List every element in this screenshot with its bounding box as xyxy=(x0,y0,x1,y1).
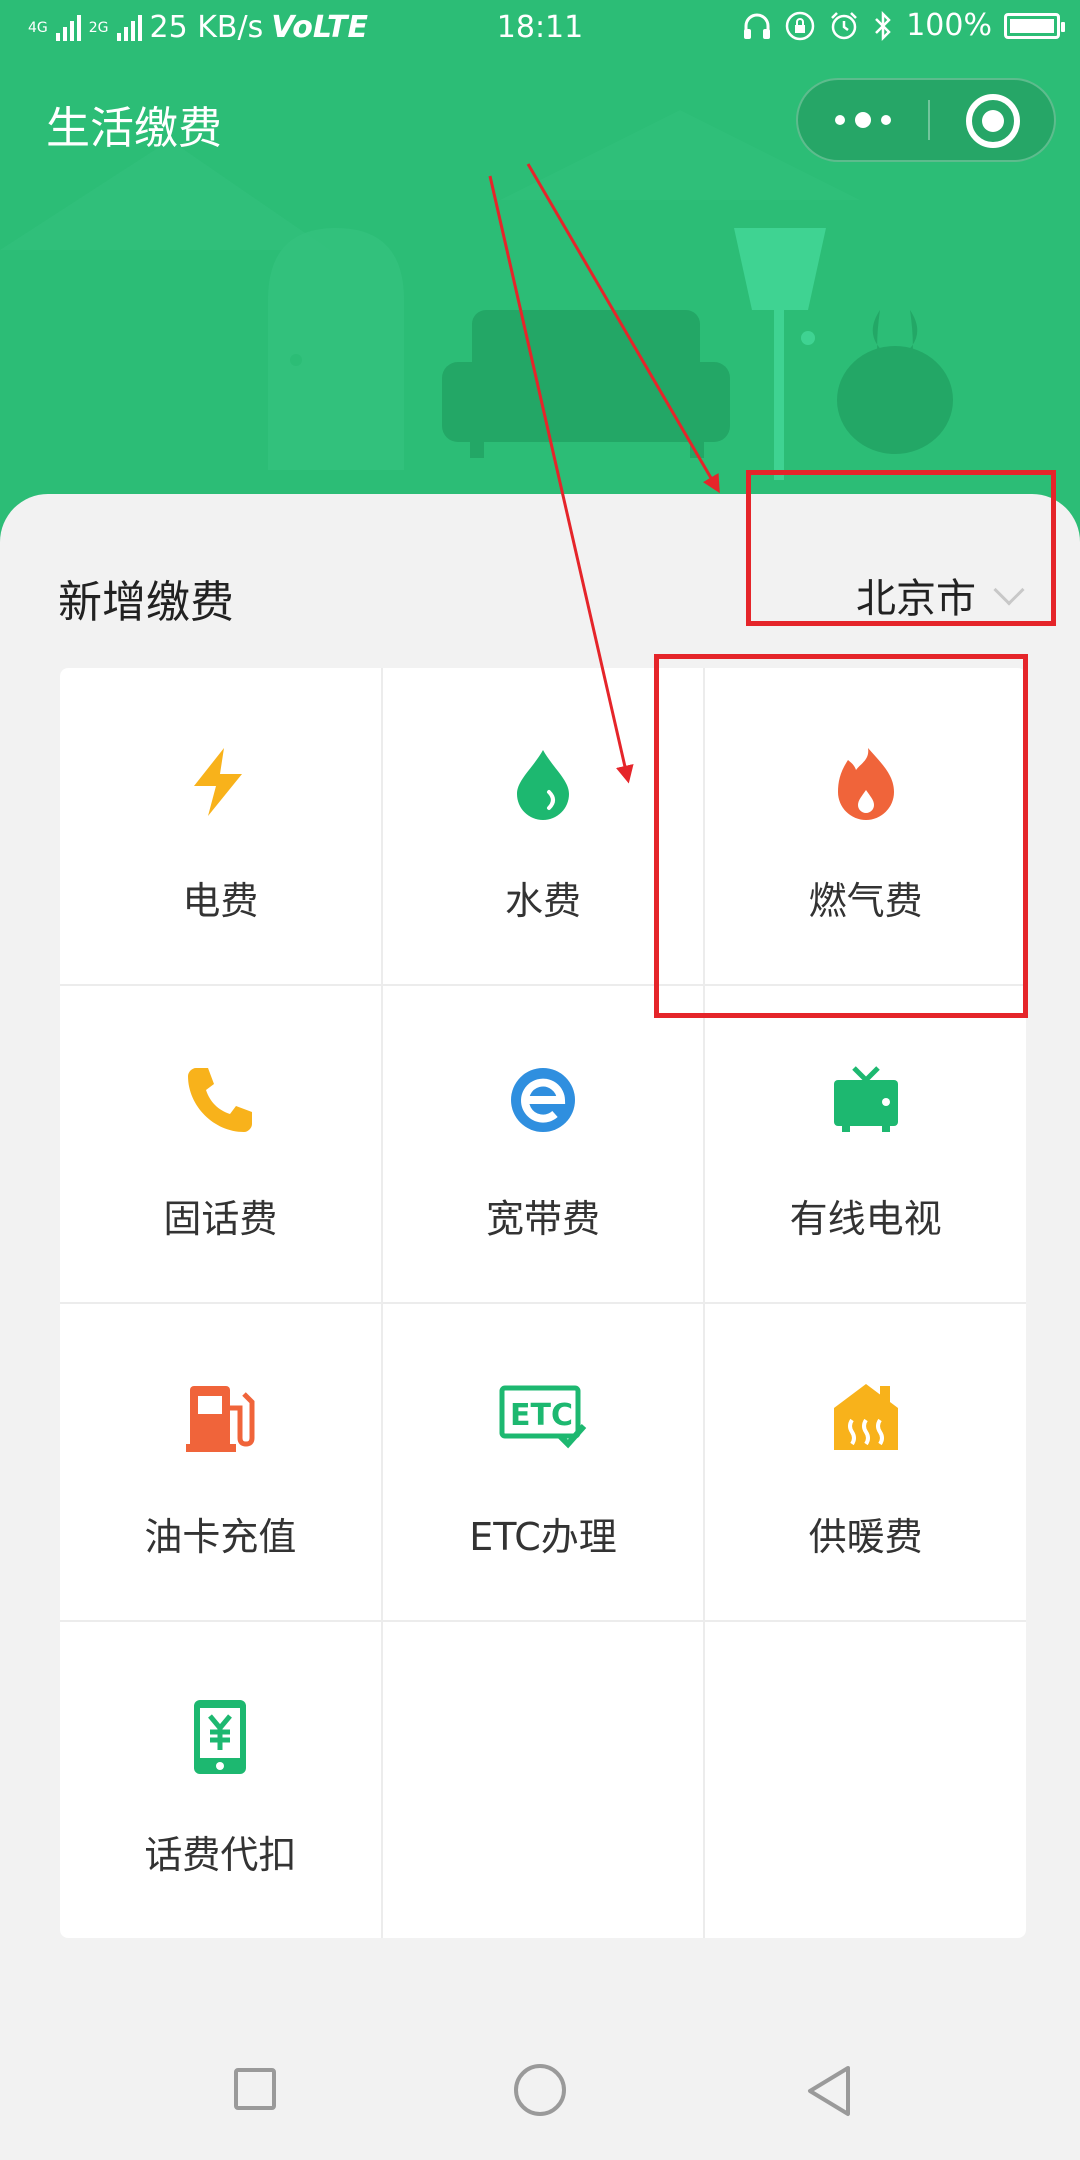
broadband-e-icon xyxy=(510,1068,575,1132)
etc-icon: ETC xyxy=(499,1385,587,1449)
annotation-box-gas xyxy=(654,654,1028,1018)
service-label: ETC办理 xyxy=(469,1515,617,1559)
recents-button[interactable] xyxy=(234,2068,276,2110)
alarm-icon xyxy=(831,11,858,39)
service-label: 宽带费 xyxy=(485,1197,600,1241)
battery-icon xyxy=(1004,12,1065,39)
dot-icon xyxy=(881,115,891,125)
empty-cell xyxy=(382,1622,704,1938)
close-miniprogram-button[interactable] xyxy=(966,94,1020,148)
svg-text:ETC: ETC xyxy=(510,1398,573,1433)
rotation-lock-icon xyxy=(785,11,815,40)
service-label: 供暖费 xyxy=(808,1515,923,1559)
service-label: 有线电视 xyxy=(789,1197,942,1241)
service-heating[interactable]: 供暖费 xyxy=(705,1304,1026,1620)
back-button[interactable] xyxy=(804,2064,854,2118)
lightning-icon xyxy=(194,748,243,816)
service-mobile-autopay[interactable]: 话费代扣 xyxy=(60,1622,381,1938)
page-title: 生活缴费 xyxy=(46,103,222,154)
system-nav-bar xyxy=(0,2008,1080,2160)
mobile-yuan-icon xyxy=(194,1700,247,1774)
tv-icon xyxy=(833,1066,898,1132)
fuel-pump-icon xyxy=(186,1386,255,1452)
headphones-icon xyxy=(744,13,771,39)
home-button[interactable] xyxy=(514,2064,566,2116)
service-label: 电费 xyxy=(182,879,259,923)
service-etc[interactable]: ETC ETC办理 xyxy=(382,1304,704,1620)
service-label: 固话费 xyxy=(163,1197,278,1241)
heating-icon xyxy=(833,1384,898,1450)
service-electricity[interactable]: 电费 xyxy=(60,668,381,984)
phone-icon xyxy=(188,1068,253,1132)
capsule-divider xyxy=(928,100,930,140)
bluetooth-icon xyxy=(875,10,891,41)
battery-percent: 100% xyxy=(906,8,992,43)
status-bar: 4G 2G 25 KB/s VoLTE 18:11 100% xyxy=(0,0,1080,56)
service-label: 话费代扣 xyxy=(144,1833,297,1877)
service-label: 油卡充值 xyxy=(144,1515,297,1559)
more-menu-button[interactable] xyxy=(798,80,928,160)
dot-icon xyxy=(855,112,871,128)
service-cable-tv[interactable]: 有线电视 xyxy=(705,986,1026,1302)
service-landline[interactable]: 固话费 xyxy=(60,986,381,1302)
service-fuel-card[interactable]: 油卡充值 xyxy=(60,1304,381,1620)
section-title: 新增缴费 xyxy=(58,577,234,628)
empty-cell xyxy=(705,1622,1026,1938)
annotation-box-city xyxy=(746,470,1056,626)
service-broadband[interactable]: 宽带费 xyxy=(382,986,704,1302)
water-drop-icon xyxy=(516,750,569,820)
miniprogram-capsule xyxy=(796,78,1056,162)
dot-icon xyxy=(835,115,845,125)
